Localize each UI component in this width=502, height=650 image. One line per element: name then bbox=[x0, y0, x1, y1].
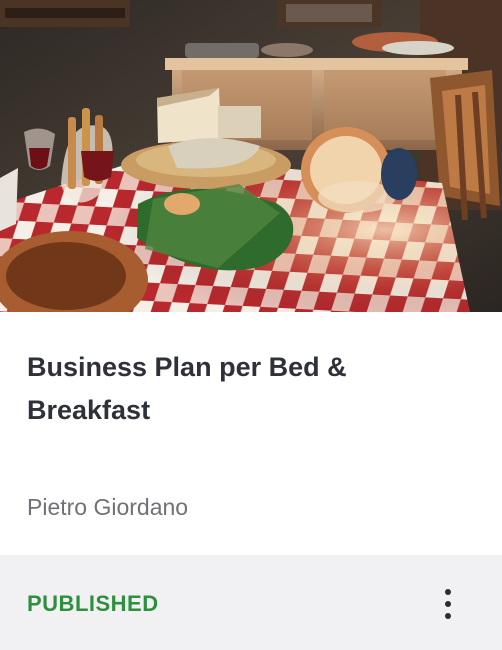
author-name: Pietro Giordano bbox=[27, 494, 189, 520]
card-footer: PUBLISHED bbox=[0, 555, 502, 650]
ellipsis-dot bbox=[445, 589, 451, 595]
vertical-ellipsis-icon bbox=[444, 589, 452, 619]
ellipsis-dot bbox=[445, 601, 451, 607]
ellipsis-dot bbox=[445, 613, 451, 619]
more-options-button[interactable] bbox=[430, 583, 466, 625]
project-card[interactable]: Business Plan per Bed & Breakfast Pietro… bbox=[0, 0, 502, 650]
card-body: Business Plan per Bed & Breakfast Pietro… bbox=[0, 312, 502, 555]
status-badge: PUBLISHED bbox=[27, 591, 159, 616]
cover-image bbox=[0, 0, 502, 312]
project-title[interactable]: Business Plan per Bed & Breakfast bbox=[27, 346, 467, 432]
